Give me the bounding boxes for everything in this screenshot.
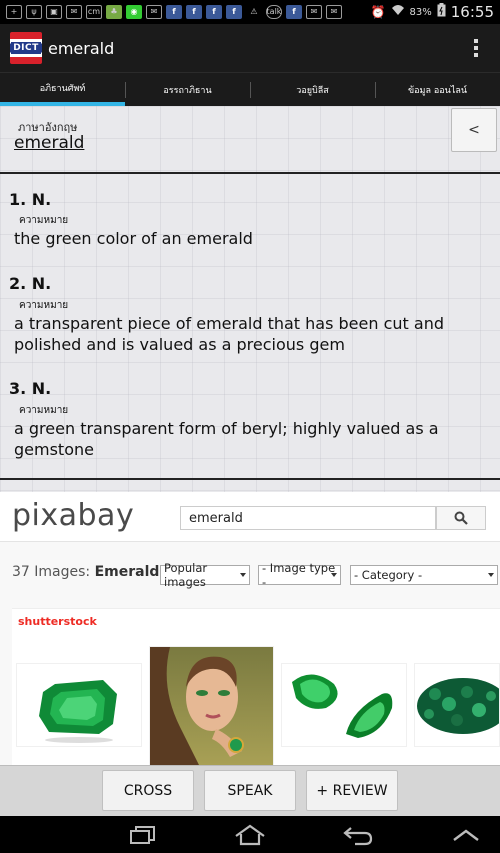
navigation-bar [0,816,500,853]
category-select[interactable]: - Category - [350,565,498,585]
headword[interactable]: emerald [14,133,84,153]
result-thumbnail[interactable] [414,663,500,747]
battery-icon [437,3,446,21]
mail-icon: ✉ [306,5,322,19]
facebook-icon: f [186,5,202,19]
wifi-icon [391,4,405,20]
meaning-label: ความหมาย [19,300,69,311]
system-status: ⏰ 83% 16:55 [371,3,494,21]
action-bar: DICT emerald [0,24,500,72]
tab-online-info[interactable]: ข้อมูล ออนไลน์ [375,73,500,106]
warning-icon: ⚠ [250,7,258,16]
app-title: emerald [48,38,115,58]
notification-icons: + ψ ▣ ✉ cm ♣ ◉ ✉ f f f f ⚠ talk f ✉ ✉ [6,5,342,19]
battery-percent: 83% [409,6,432,18]
sort-select[interactable]: Popular images [160,561,250,589]
overflow-menu-icon[interactable] [474,39,478,57]
app-logo-text: DICT [11,42,41,54]
speak-button[interactable]: SPEAK [204,770,296,811]
results-summary: 37 Images: Emerald [12,564,159,580]
image-icon: ▣ [46,5,62,19]
action-button-bar: CROSS SPEAK + REVIEW [0,765,500,816]
facebook-icon: f [226,5,242,19]
divider [0,478,500,480]
recent-apps-icon[interactable] [122,822,162,848]
image-search-webview[interactable]: pixabay emerald 37 Images: Emerald Popul… [0,492,500,765]
talk-icon: talk [266,5,282,19]
tab-wiki[interactable]: วอยูบิลีส [250,73,375,106]
shutterstock-results: shutterstock [12,608,500,765]
sort-select-value: Popular images [164,561,208,589]
facebook-icon: f [166,5,182,19]
image-type-select[interactable]: - Image type - [258,561,341,589]
add-icon: + [6,5,22,19]
result-thumbnail[interactable] [16,663,142,747]
mail-icon: ✉ [146,5,162,19]
tab-thesaurus[interactable]: อรรถาภิธาน [125,73,250,106]
search-button[interactable] [436,506,486,530]
definition-text: a transparent piece of emerald that has … [14,314,444,354]
shutterstock-logo[interactable]: shutterstock [18,615,97,628]
image-type-select-value: - Image type - [262,561,336,589]
alarm-icon: ⏰ [370,5,386,19]
definition-number: 1. N. [9,190,52,209]
search-icon [454,511,468,525]
definition-number: 3. N. [9,379,52,398]
back-icon[interactable] [338,822,378,848]
results-query: Emerald [94,564,160,580]
definition-panel: ภาษาอังกฤษ emerald < 1. N. ความหมาย the … [0,106,500,492]
facebook-icon: f [206,5,222,19]
result-thumbnail[interactable] [149,646,274,765]
mail-icon: ✉ [66,5,82,19]
meaning-label: ความหมาย [19,405,69,416]
game-icon: ♣ [106,5,122,19]
add-review-button[interactable]: + REVIEW [306,770,398,811]
cm-icon: cm [86,5,102,19]
tab-dictionary[interactable]: อภิธานศัพท์ [0,73,125,106]
meaning-label: ความหมาย [19,215,69,226]
headword-block: ภาษาอังกฤษ emerald < [0,106,500,172]
category-select-value: - Category - [354,568,423,582]
results-count: 37 Images: [12,564,91,580]
usb-icon: ψ [26,5,42,19]
definition-number: 2. N. [9,274,52,293]
back-button[interactable]: < [451,108,497,152]
divider [0,172,500,174]
line-icon: ◉ [126,5,142,19]
pixabay-header: pixabay emerald [0,492,500,542]
menu-up-icon[interactable] [446,822,486,848]
definition-text: the green color of an emerald [14,229,253,248]
facebook-icon: f [286,5,302,19]
clock: 16:55 [450,3,494,21]
mail-icon: ✉ [326,5,342,19]
search-input[interactable]: emerald [180,506,436,530]
result-thumbnail[interactable] [281,663,407,747]
status-bar: + ψ ▣ ✉ cm ♣ ◉ ✉ f f f f ⚠ talk f ✉ ✉ ⏰ … [0,0,500,24]
app-logo[interactable]: DICT [10,32,42,64]
home-icon[interactable] [230,822,270,848]
definition-text: a green transparent form of beryl; highl… [14,419,439,459]
pixabay-logo[interactable]: pixabay [12,498,134,533]
cross-button[interactable]: CROSS [102,770,194,811]
tab-bar: อภิธานศัพท์ อรรถาภิธาน วอยูบิลีส ข้อมูล … [0,72,500,106]
